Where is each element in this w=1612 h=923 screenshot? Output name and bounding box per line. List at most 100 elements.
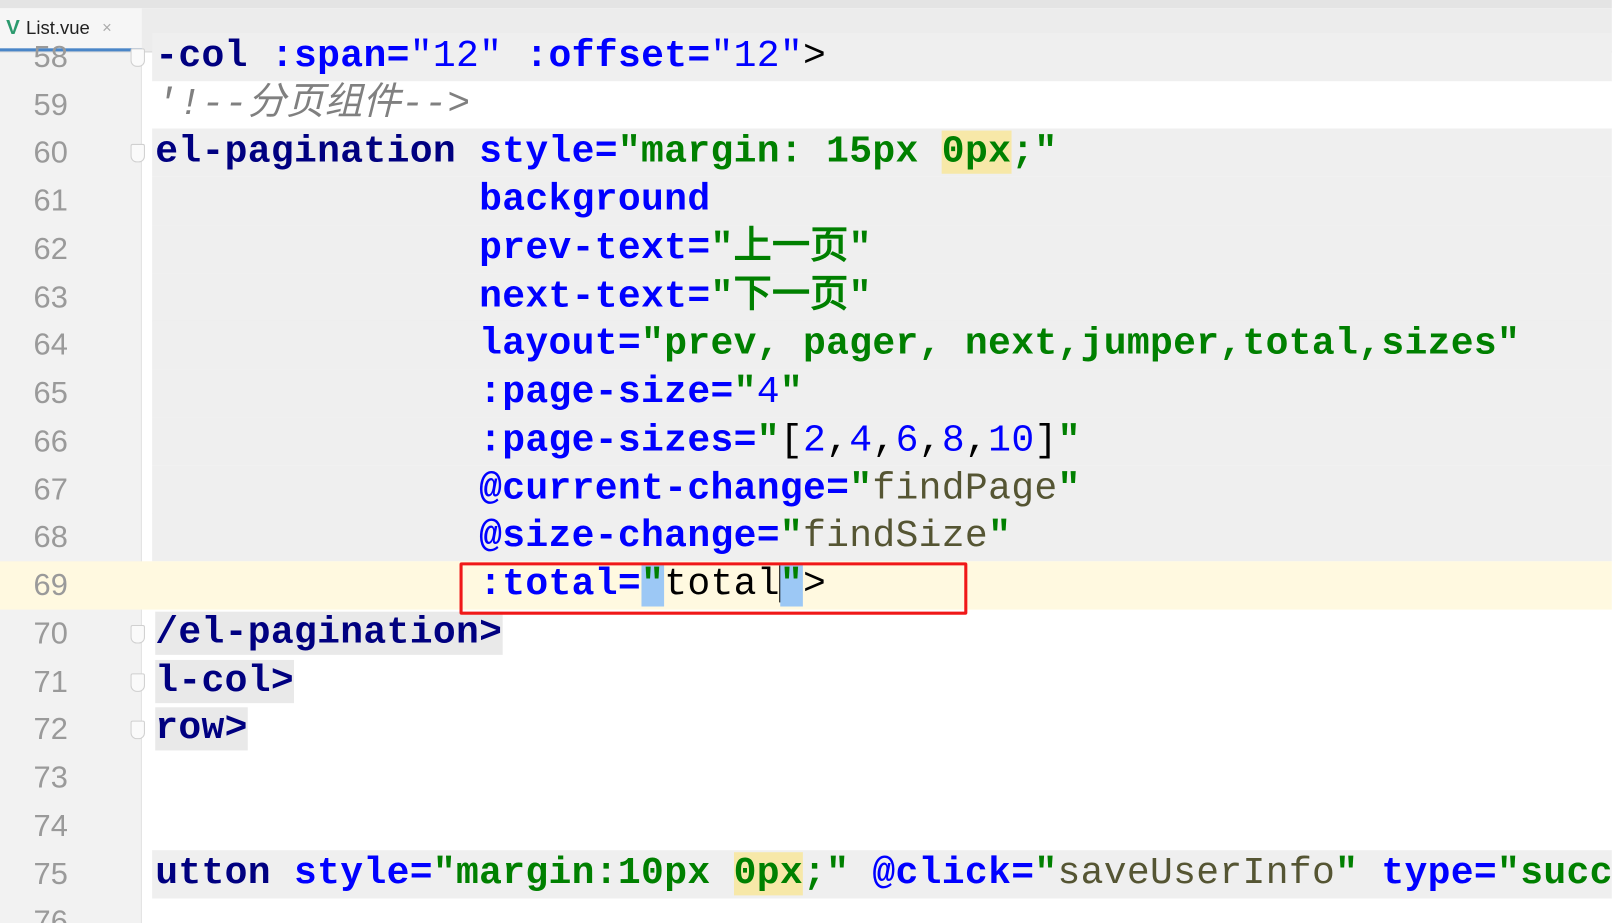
- code-token: ": [988, 515, 1012, 559]
- code-line[interactable]: 62 prev-text="上一页": [0, 224, 1612, 274]
- line-number: 75: [33, 856, 68, 891]
- code-line[interactable]: 75 utton style="margin:10px 0px;" @click=…: [0, 849, 1612, 898]
- code-token: findPage: [872, 467, 1058, 511]
- line-number: 74: [33, 808, 68, 843]
- code-token: -col: [155, 34, 271, 78]
- code-token: next-text=: [479, 274, 711, 319]
- code-token: ,: [918, 419, 942, 463]
- code-token: prev-text=: [479, 226, 711, 271]
- line-number: 65: [33, 376, 68, 411]
- code-line[interactable]: 65 :page-size="4": [0, 369, 1612, 418]
- code-token: ": [1335, 851, 1382, 895]
- code-token: ]: [1034, 419, 1058, 463]
- code-line[interactable]: 60 el-pagination style="margin: 15px 0px;…: [0, 128, 1612, 178]
- line-number: 58: [33, 39, 68, 74]
- line-number: 71: [33, 664, 68, 699]
- code-token: [: [779, 419, 804, 463]
- code-text: next-text="下一页": [155, 273, 872, 321]
- code-token: ,: [965, 419, 989, 463]
- code-line[interactable]: 66 :page-sizes="[2,4,6,8,10]": [0, 417, 1612, 466]
- code-token: 4: [756, 371, 780, 415]
- code-text: layout="prev, pager, next,jumper,total,s…: [155, 321, 1520, 369]
- code-token: layout=: [479, 323, 642, 367]
- code-line[interactable]: 58 -col :span="12" :offset="12">: [0, 32, 1612, 81]
- code-token: ": [1057, 467, 1081, 511]
- code-token: ,: [872, 419, 896, 463]
- fold-marker-icon[interactable]: [130, 144, 145, 163]
- code-token: "succ: [1497, 851, 1612, 895]
- code-token: findSize: [802, 515, 989, 559]
- fold-marker-icon[interactable]: [130, 672, 145, 692]
- code-token: saveUserInfo: [1057, 851, 1336, 895]
- code-token: ": [779, 515, 803, 559]
- code-text: background: [155, 177, 710, 225]
- line-number: 70: [33, 616, 68, 651]
- code-text: '!--分页组件-->: [155, 81, 470, 129]
- code-token: /el-pagination>: [155, 611, 503, 655]
- code-token: "margin: 15px: [617, 130, 942, 174]
- code-text: utton style="margin:10px 0px;" @click="s…: [155, 850, 1612, 898]
- code-token: @size-change=: [479, 515, 780, 559]
- code-token: type=: [1381, 851, 1498, 895]
- code-token: :span=: [270, 34, 410, 78]
- code-line[interactable]: 59 '!--分页组件-->: [0, 81, 1612, 129]
- code-token: '!--分页组件-->: [155, 82, 471, 126]
- code-line[interactable]: 71 l-col>: [0, 657, 1612, 705]
- line-number: 68: [33, 520, 68, 555]
- fold-marker-icon[interactable]: [130, 48, 145, 67]
- code-line[interactable]: 63 next-text="下一页": [0, 272, 1612, 322]
- code-line[interactable]: 70/el-pagination>: [0, 609, 1612, 657]
- code-token: 4: [849, 419, 873, 463]
- code-token: ": [756, 419, 780, 463]
- code-line[interactable]: 76: [0, 898, 1612, 923]
- code-token: 0px: [733, 851, 803, 895]
- code-token: ;": [1011, 130, 1058, 174]
- code-token: "下一页": [710, 274, 872, 319]
- code-token: ": [1057, 419, 1081, 463]
- code-token: 10: [988, 419, 1035, 463]
- line-number: 66: [33, 424, 68, 459]
- fold-marker-icon[interactable]: [130, 720, 145, 740]
- code-line[interactable]: 67 @current-change="findPage": [0, 465, 1612, 514]
- code-token: >: [803, 34, 827, 78]
- title-strip: [0, 0, 1612, 9]
- code-token: row>: [155, 707, 248, 751]
- code-token: 6: [895, 419, 919, 463]
- code-token: "12": [710, 34, 804, 78]
- code-line[interactable]: 64 layout="prev, pager, next,jumper,tota…: [0, 320, 1612, 370]
- code-token: @click=: [872, 851, 1035, 895]
- code-text: prev-text="上一页": [155, 225, 872, 273]
- code-line[interactable]: 61 background: [0, 176, 1612, 226]
- code-token: @current-change=: [479, 467, 850, 511]
- code-editor-window: V List.vue × 58 -col :span="12" :offset="…: [0, 0, 1612, 923]
- code-token: "12": [409, 34, 526, 78]
- code-line[interactable]: 74: [0, 802, 1612, 850]
- line-number: 63: [33, 280, 68, 315]
- highlight-box: [459, 562, 968, 615]
- code-token: "上一页": [710, 226, 872, 271]
- code-token: 0px: [941, 130, 1012, 174]
- code-line[interactable]: 73: [0, 754, 1612, 802]
- code-line[interactable]: 68 @size-change="findSize": [0, 513, 1612, 562]
- code-text: -col :span="12" :offset="12">: [155, 33, 826, 81]
- code-text: l-col>: [155, 657, 295, 705]
- code-token: ": [1034, 851, 1058, 895]
- code-token: ": [733, 371, 757, 415]
- line-number: 60: [33, 135, 68, 170]
- code-token: ": [849, 467, 873, 511]
- line-number: 72: [33, 712, 68, 747]
- code-token: el-pagination: [155, 130, 480, 174]
- code-token: style=: [294, 851, 433, 895]
- line-number: 76: [33, 904, 68, 923]
- code-line[interactable]: 72 row>: [0, 705, 1612, 753]
- fold-marker-icon[interactable]: [130, 624, 145, 644]
- code-token: :page-size=: [479, 371, 734, 415]
- code-token: 8: [941, 419, 966, 463]
